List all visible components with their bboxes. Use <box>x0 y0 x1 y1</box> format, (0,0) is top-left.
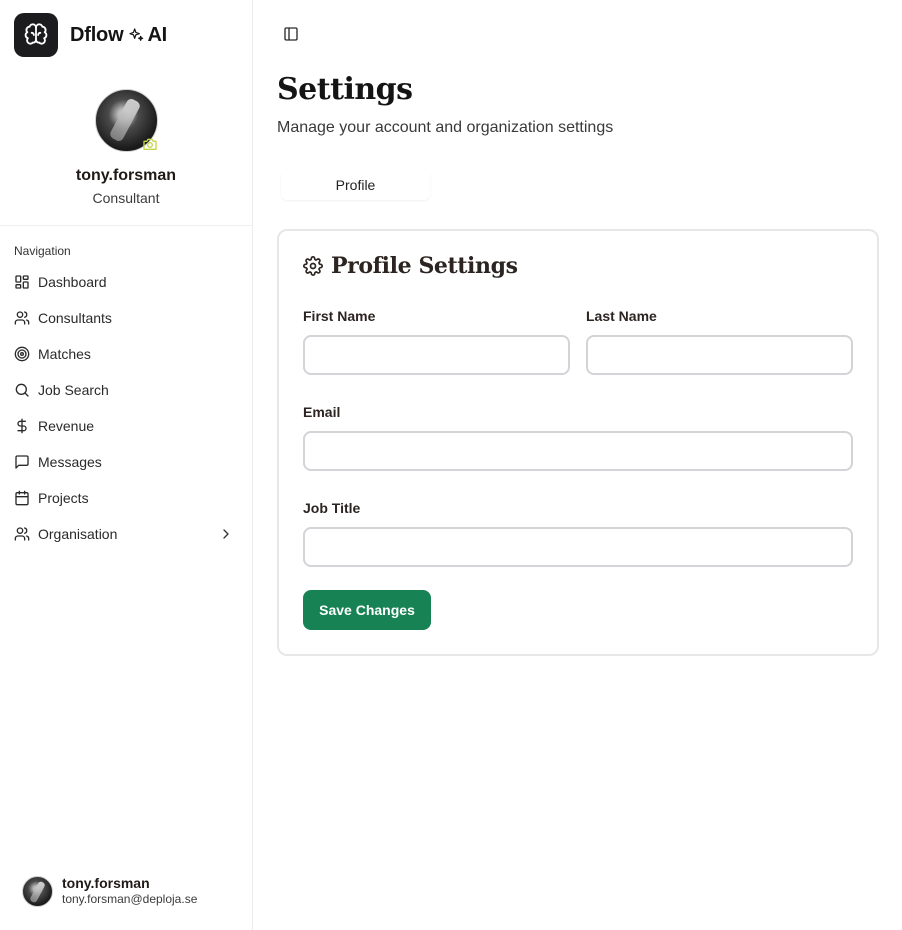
gear-icon <box>303 256 323 276</box>
brand-name: Dflow AI <box>70 24 167 47</box>
divider <box>0 225 252 226</box>
sparkles-icon <box>128 27 144 43</box>
first-name-field[interactable] <box>303 335 570 375</box>
camera-icon[interactable] <box>141 137 159 151</box>
sidebar-item-label: Messages <box>38 454 102 470</box>
sidebar: Dflow AI tony.forsman Consultant Navigat <box>0 0 253 930</box>
sidebar-item-label: Organisation <box>38 526 118 542</box>
sidebar-item-label: Matches <box>38 346 91 362</box>
user-name: tony.forsman <box>62 875 150 891</box>
users-icon <box>14 526 30 542</box>
page-title: Settings <box>277 72 413 107</box>
sidebar-item-label: Consultants <box>38 310 112 326</box>
page-subtitle: Manage your account and organization set… <box>277 119 614 136</box>
user-footer[interactable]: tony.forsman tony.forsman@deploja.se <box>22 875 197 908</box>
brand-name-text: Dflow <box>70 23 124 46</box>
sidebar-item-revenue[interactable]: Revenue <box>14 408 240 444</box>
sidebar-toggle-icon[interactable] <box>283 26 299 42</box>
sidebar-item-label: Revenue <box>38 418 95 434</box>
sidebar-item-dashboard[interactable]: Dashboard <box>14 264 240 300</box>
job-title-field[interactable] <box>303 527 853 567</box>
sidebar-item-matches[interactable]: Matches <box>14 336 240 372</box>
dollar-icon <box>14 418 30 434</box>
email-field[interactable] <box>303 431 853 471</box>
first-name-label: First Name <box>303 308 376 324</box>
save-changes-button[interactable]: Save Changes <box>303 590 431 630</box>
profile-username: tony.forsman <box>75 167 177 184</box>
user-email: tony.forsman@deploja.se <box>62 892 198 906</box>
users-icon <box>14 310 30 326</box>
sidebar-nav: Dashboard Consultants Matches Job Search… <box>14 264 240 552</box>
sidebar-item-projects[interactable]: Projects <box>14 480 240 516</box>
card-header: Profile Settings <box>303 253 518 279</box>
search-icon <box>14 382 30 398</box>
sidebar-item-job-search[interactable]: Job Search <box>14 372 240 408</box>
avatar <box>22 876 53 907</box>
brain-icon <box>14 13 58 57</box>
profile-card: tony.forsman Consultant <box>0 89 252 206</box>
profile-role: Consultant <box>92 190 160 206</box>
avatar[interactable] <box>94 89 159 152</box>
target-icon <box>14 346 30 362</box>
sidebar-item-messages[interactable]: Messages <box>14 444 240 480</box>
chevron-right-icon[interactable] <box>218 526 234 542</box>
last-name-label: Last Name <box>586 308 657 324</box>
brand-suffix: AI <box>147 23 168 46</box>
dashboard-icon <box>14 274 30 290</box>
job-title-label: Job Title <box>303 500 361 516</box>
sidebar-item-organisation[interactable]: Organisation <box>14 516 240 552</box>
sidebar-item-consultants[interactable]: Consultants <box>14 300 240 336</box>
tab-profile[interactable]: Profile <box>281 170 430 200</box>
sidebar-item-label: Job Search <box>38 382 109 398</box>
card-title: Profile Settings <box>331 253 518 279</box>
message-icon <box>14 454 30 470</box>
last-name-field[interactable] <box>586 335 853 375</box>
profile-settings-card: Profile Settings First Name Last Name Em… <box>277 229 879 656</box>
brand[interactable]: Dflow AI <box>14 13 167 57</box>
nav-heading: Navigation <box>14 244 71 258</box>
sidebar-item-label: Projects <box>38 490 89 506</box>
sidebar-item-label: Dashboard <box>38 274 107 290</box>
email-label: Email <box>303 404 341 420</box>
calendar-icon <box>14 490 30 506</box>
main-content: Settings Manage your account and organiz… <box>253 0 902 930</box>
